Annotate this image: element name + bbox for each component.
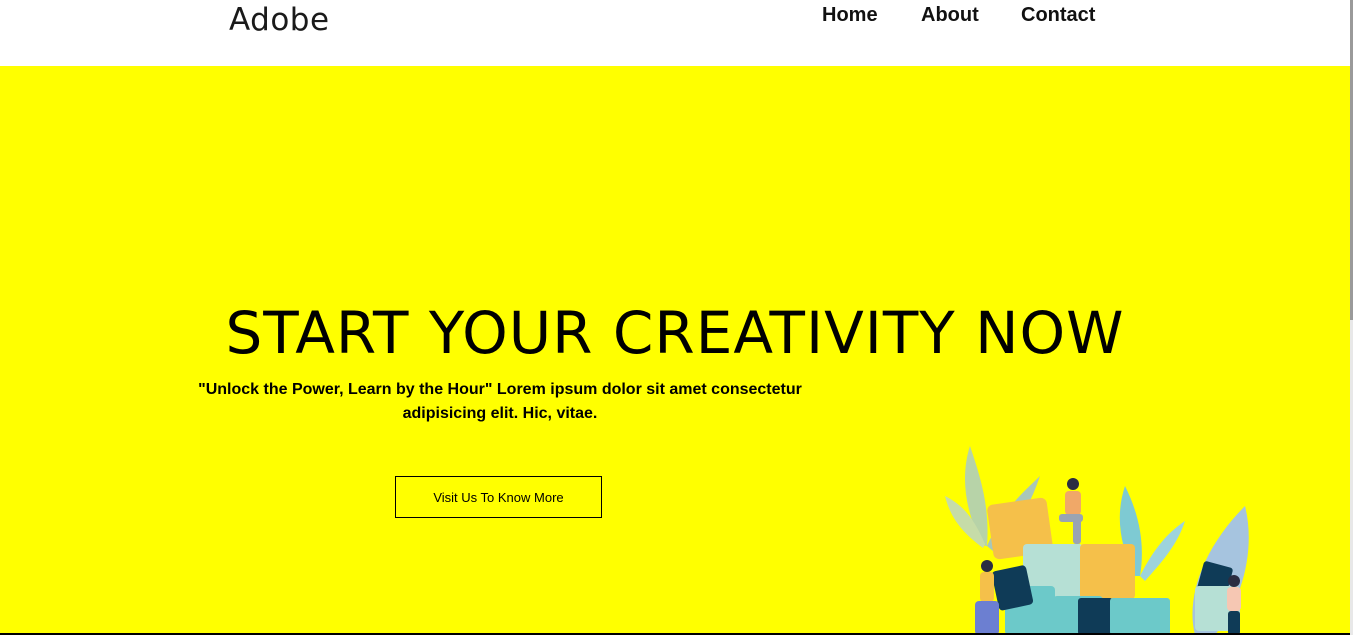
visit-us-button[interactable]: Visit Us To Know More [395, 476, 602, 518]
hero-subtitle: "Unlock the Power, Learn by the Hour" Lo… [198, 381, 802, 422]
puzzle-team-illustration [945, 446, 1249, 635]
hero-title: START YOUR CREATIVITY NOW [225, 299, 1125, 367]
brand-logo[interactable]: Adobe [229, 0, 330, 40]
navbar: Adobe Home About Contact [0, 0, 1353, 66]
nav-link-about[interactable]: About [921, 2, 979, 28]
person-icon [1059, 478, 1083, 544]
puzzle-piece-icon [1110, 598, 1170, 635]
nav-link-contact[interactable]: Contact [1021, 2, 1095, 28]
puzzle-piece-icon [1080, 544, 1135, 599]
hero-section: START YOUR CREATIVITY NOW "Unlock the Po… [0, 66, 1350, 635]
person-icon [1227, 575, 1241, 635]
nav-link-home[interactable]: Home [822, 2, 878, 28]
puzzle-piece-icon [1078, 598, 1113, 635]
